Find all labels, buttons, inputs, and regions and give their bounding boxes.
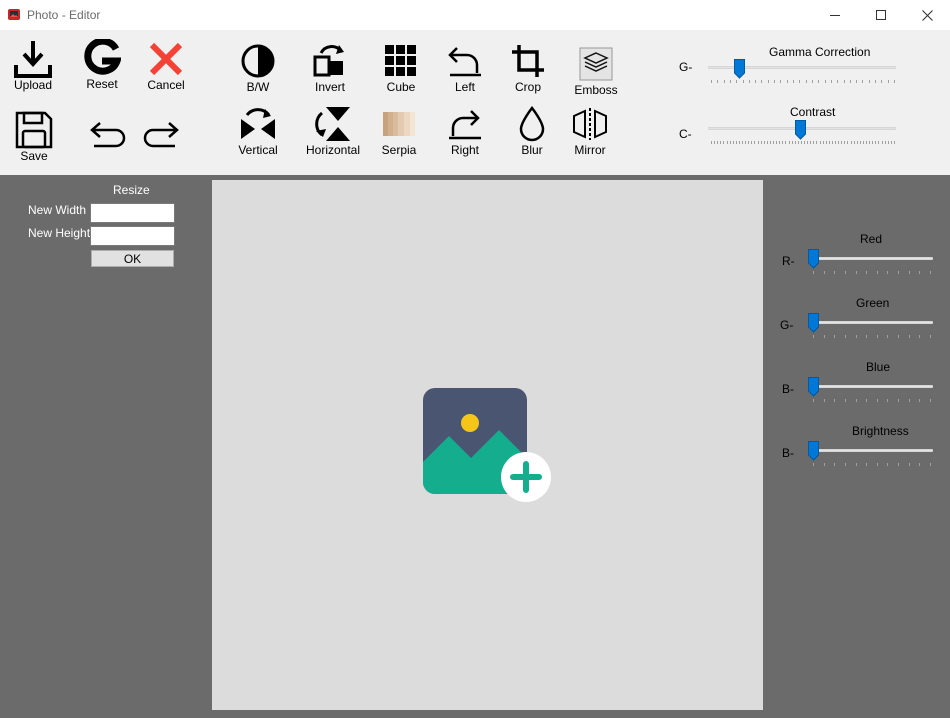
download-icon bbox=[14, 41, 52, 78]
blue-slider-track[interactable] bbox=[810, 385, 933, 388]
red-slider-thumb[interactable] bbox=[808, 249, 819, 269]
undo-icon bbox=[90, 122, 126, 148]
green-slider-prefix: G- bbox=[780, 318, 794, 332]
new-height-label: New Height bbox=[28, 226, 91, 240]
new-width-input[interactable] bbox=[90, 203, 175, 223]
maximize-button[interactable] bbox=[858, 0, 904, 30]
green-slider-thumb[interactable] bbox=[808, 313, 819, 333]
rotate-right-icon bbox=[449, 110, 481, 140]
red-slider-track[interactable] bbox=[810, 257, 933, 260]
contrast-icon bbox=[241, 44, 275, 78]
cancel-label: Cancel bbox=[147, 78, 185, 92]
blur-button[interactable]: Blur bbox=[510, 104, 554, 157]
new-height-input[interactable] bbox=[90, 226, 175, 246]
blue-slider-title: Blue bbox=[866, 360, 891, 374]
toolbar: Upload Reset Cancel Save B/W Invert Cube… bbox=[0, 30, 950, 175]
redo-button[interactable] bbox=[139, 113, 183, 153]
title-bar: Photo - Editor bbox=[0, 0, 950, 30]
rotate-left-button[interactable]: Left bbox=[443, 41, 487, 94]
cube-label: Cube bbox=[386, 80, 416, 94]
contrast-slider-ticks bbox=[711, 141, 895, 144]
invert-button[interactable]: Invert bbox=[308, 41, 352, 94]
horizontal-label: Horizontal bbox=[306, 143, 361, 157]
crop-label: Crop bbox=[514, 80, 541, 94]
cancel-button[interactable]: Cancel bbox=[144, 39, 188, 92]
green-slider-track[interactable] bbox=[810, 321, 933, 324]
save-button[interactable]: Save bbox=[12, 110, 56, 163]
sepia-button[interactable]: Serpia bbox=[377, 104, 421, 157]
brightness-slider-ticks bbox=[813, 463, 931, 466]
bw-label: B/W bbox=[246, 80, 270, 94]
ok-button[interactable]: OK bbox=[91, 250, 174, 267]
water-drop-icon bbox=[519, 106, 545, 142]
app-photo-icon bbox=[8, 9, 20, 20]
red-slider-ticks bbox=[813, 271, 931, 274]
add-image-icon[interactable] bbox=[423, 388, 553, 502]
reset-button[interactable]: Reset bbox=[80, 38, 124, 91]
new-width-label: New Width bbox=[28, 203, 87, 217]
minimize-icon bbox=[830, 15, 840, 16]
vertical-label: Vertical bbox=[238, 143, 278, 157]
cancel-icon bbox=[149, 42, 183, 76]
rotate-left-icon bbox=[448, 47, 481, 77]
close-button[interactable] bbox=[904, 0, 950, 30]
bw-button[interactable]: B/W bbox=[236, 41, 280, 94]
brightness-slider-title: Brightness bbox=[852, 424, 909, 438]
close-icon bbox=[921, 9, 933, 21]
brightness-slider-prefix: B- bbox=[782, 446, 794, 460]
gamma-prefix: G- bbox=[679, 60, 693, 74]
rotate-right-button[interactable]: Right bbox=[443, 104, 487, 157]
emboss-button[interactable]: Emboss bbox=[574, 44, 618, 97]
emboss-label: Emboss bbox=[574, 83, 618, 97]
brightness-slider-track[interactable] bbox=[810, 449, 933, 452]
crop-icon bbox=[512, 45, 544, 77]
grid-icon bbox=[385, 45, 416, 76]
cube-button[interactable]: Cube bbox=[379, 41, 423, 94]
window-title: Photo - Editor bbox=[27, 8, 101, 22]
undo-button[interactable] bbox=[86, 113, 130, 153]
workspace: Resize New Width New Height OK Red R- Gree… bbox=[0, 175, 950, 718]
save-label: Save bbox=[20, 149, 48, 163]
blur-label: Blur bbox=[521, 143, 543, 157]
contrast-slider-thumb[interactable] bbox=[795, 120, 806, 140]
red-slider-title: Red bbox=[860, 232, 883, 246]
blue-slider-ticks bbox=[813, 399, 931, 402]
reset-label: Reset bbox=[86, 77, 118, 91]
save-icon bbox=[15, 111, 53, 149]
flip-horizontal-icon bbox=[315, 107, 351, 141]
redo-icon bbox=[143, 122, 179, 148]
minimize-button[interactable] bbox=[812, 0, 858, 30]
rotate-invert-icon bbox=[313, 45, 344, 77]
image-canvas[interactable] bbox=[212, 180, 763, 710]
invert-label: Invert bbox=[314, 80, 345, 94]
gamma-title: Gamma Correction bbox=[769, 45, 871, 59]
contrast-title: Contrast bbox=[790, 105, 836, 119]
mirror-button[interactable]: Mirror bbox=[568, 104, 612, 157]
blue-slider-thumb[interactable] bbox=[808, 377, 819, 397]
mirror-label: Mirror bbox=[574, 143, 606, 157]
contrast-prefix: C- bbox=[679, 127, 692, 141]
serpia-label: Serpia bbox=[381, 143, 417, 157]
brightness-slider-thumb[interactable] bbox=[808, 441, 819, 461]
flip-vertical-icon bbox=[241, 108, 275, 139]
mirror-icon bbox=[573, 108, 607, 140]
gamma-slider-thumb[interactable] bbox=[733, 59, 745, 79]
reset-icon bbox=[84, 39, 121, 75]
green-slider-ticks bbox=[813, 335, 931, 338]
maximize-icon bbox=[876, 10, 886, 20]
upload-label: Upload bbox=[13, 78, 53, 92]
left-label: Left bbox=[454, 80, 475, 94]
resize-title: Resize bbox=[113, 183, 150, 197]
flip-vertical-button[interactable]: Vertical bbox=[236, 104, 280, 157]
upload-button[interactable]: Upload bbox=[11, 39, 55, 92]
sepia-palette-icon bbox=[383, 112, 415, 136]
green-slider-title: Green bbox=[856, 296, 890, 310]
right-label: Right bbox=[450, 143, 479, 157]
blue-slider-prefix: B- bbox=[782, 382, 794, 396]
red-slider-prefix: R- bbox=[782, 254, 795, 268]
gamma-slider-ticks bbox=[711, 80, 895, 83]
flip-horizontal-button[interactable]: Horizontal bbox=[306, 104, 360, 157]
crop-button[interactable]: Crop bbox=[506, 41, 550, 94]
layers-icon bbox=[579, 47, 613, 81]
